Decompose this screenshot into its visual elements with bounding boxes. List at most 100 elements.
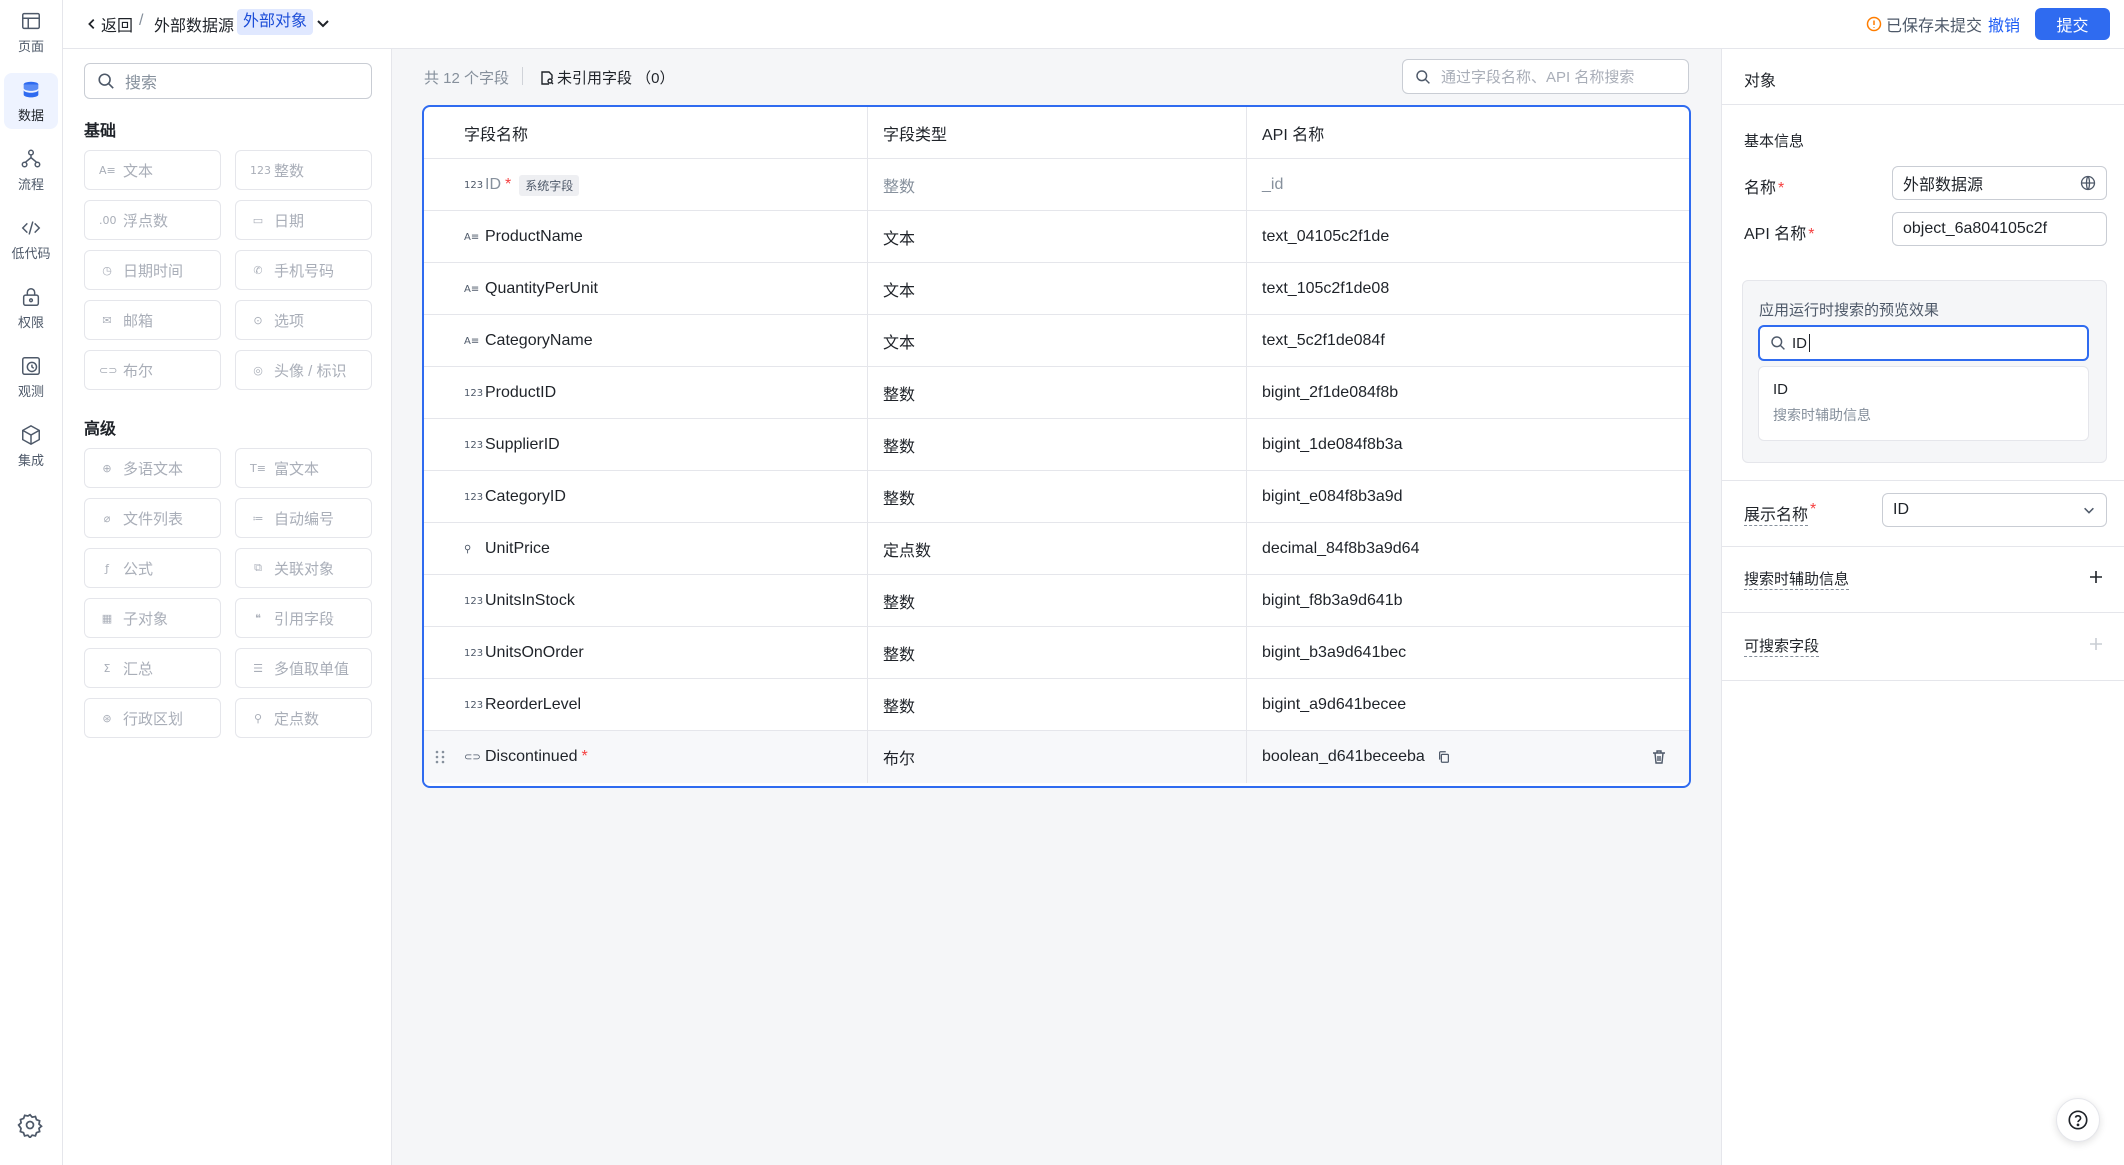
table-row[interactable]: 123 UnitsInStock 整数 bigint_f8b3a9d641b xyxy=(424,575,1689,627)
system-field-tag: 系统字段 xyxy=(519,174,580,196)
flow-icon xyxy=(21,149,41,168)
name-field[interactable]: 外部数据源 xyxy=(1892,166,2107,200)
search-placeholder: 通过字段名称、API 名称搜索 xyxy=(1441,69,1635,86)
api-name-field[interactable]: object_6a804105c2f xyxy=(1892,212,2107,246)
divider xyxy=(1722,546,2124,547)
nav-item-data[interactable]: 数据 xyxy=(4,73,58,129)
field-type-filelist[interactable]: ⌀ 文件列表 xyxy=(84,498,221,538)
table-row[interactable]: 123 SupplierID 整数 bigint_1de084f8b3a xyxy=(424,419,1689,471)
field-type: 整数 xyxy=(868,159,1247,211)
unreferenced-fields-link[interactable]: 未引用字段 （0） xyxy=(539,67,675,88)
help-button[interactable] xyxy=(2056,1098,2100,1142)
field-type-region[interactable]: ⊛ 行政区划 xyxy=(84,698,221,738)
nav-item-pages[interactable]: 页面 xyxy=(4,4,58,60)
integer-icon: 123 xyxy=(464,647,484,659)
decimal-icon: ⚲ xyxy=(464,543,472,555)
field-type-reference[interactable]: ❝ 引用字段 xyxy=(235,598,372,638)
field-name: ProductID xyxy=(485,384,557,401)
add-searchable-field-icon[interactable] xyxy=(2088,636,2104,652)
field-type-subobject[interactable]: ▦ 子对象 xyxy=(84,598,221,638)
nav-item-lowcode[interactable]: 低代码 xyxy=(4,211,58,267)
field-type-label: 多值取单值 xyxy=(274,660,350,678)
field-type-option[interactable]: ⊙ 选项 xyxy=(235,300,372,340)
field-type-multivalue[interactable]: ☰ 多值取单值 xyxy=(235,648,372,688)
palette-search-input[interactable]: 搜索 xyxy=(84,63,372,99)
add-aux-info-icon[interactable] xyxy=(2088,569,2104,585)
settings-gear-icon[interactable] xyxy=(17,1112,43,1138)
table-row[interactable]: A≡ QuantityPerUnit 文本 text_105c2f1de08 xyxy=(424,263,1689,315)
chevron-down-icon[interactable] xyxy=(315,15,331,31)
save-status-text: 已保存未提交 xyxy=(1885,18,1982,35)
field-type-boolean[interactable]: ⊂⊃ 布尔 xyxy=(84,350,221,390)
left-nav: 页面 数据 流程 低代码 权限 观测 集成 xyxy=(0,0,63,1165)
field-type-label: 子对象 xyxy=(123,610,169,628)
field-type-formula[interactable]: ƒ 公式 xyxy=(84,548,221,588)
field-type-multilang[interactable]: ⊕ 多语文本 xyxy=(84,448,221,488)
field-type-phone[interactable]: ✆ 手机号码 xyxy=(235,250,372,290)
trash-icon[interactable] xyxy=(1651,749,1667,765)
table-row[interactable]: A≡ CategoryName 文本 text_5c2f1de084f xyxy=(424,315,1689,367)
preview-search-input[interactable]: ID xyxy=(1758,325,2089,361)
table-row[interactable]: A≡ ProductName 文本 text_04105c2f1de xyxy=(424,211,1689,263)
field-name: ReorderLevel xyxy=(485,696,582,713)
submit-button[interactable]: 提交 xyxy=(2035,8,2110,40)
field-type-datetime[interactable]: ◷ 日期时间 xyxy=(84,250,221,290)
field-name: CategoryID xyxy=(485,488,566,505)
preview-result-item[interactable]: ID 搜索时辅助信息 xyxy=(1758,366,2089,441)
table-row[interactable]: 123 ProductID 整数 bigint_2f1de084f8b xyxy=(424,367,1689,419)
display-name-label: 展示名称 * xyxy=(1744,501,1816,526)
field-type-avatar[interactable]: ◎ 头像 / 标识 xyxy=(235,350,372,390)
field-type-text[interactable]: A≡ 文本 xyxy=(84,150,221,190)
field-type-label: 关联对象 xyxy=(274,560,335,578)
api-name-label: API 名称 * xyxy=(1744,220,1814,244)
unreferenced-label: 未引用字段 （0） xyxy=(557,70,675,87)
table-row[interactable]: 123 ID * 系统字段 整数 _id xyxy=(424,159,1689,211)
field-type-float[interactable]: .00 浮点数 xyxy=(84,200,221,240)
back-button[interactable]: 返回 xyxy=(85,12,133,36)
display-name-select[interactable]: ID xyxy=(1882,493,2107,527)
table-row[interactable]: 123 UnitsOnOrder 整数 bigint_b3a9d641bec xyxy=(424,627,1689,679)
required-mark: * xyxy=(505,176,512,193)
field-type-label: 手机号码 xyxy=(274,262,335,280)
field-type-integer[interactable]: 123 整数 xyxy=(235,150,372,190)
integer-icon: 123 xyxy=(464,179,484,191)
undo-button[interactable]: 撤销 xyxy=(1988,12,2020,36)
basic-group-title: 基础 xyxy=(84,123,117,140)
nav-item-integration[interactable]: 集成 xyxy=(4,418,58,474)
quote-icon: ❝ xyxy=(255,611,261,625)
nav-item-observe[interactable]: 观测 xyxy=(4,349,58,405)
text-caret xyxy=(1809,334,1810,352)
monitor-icon xyxy=(22,356,40,375)
api-name-value: object_6a804105c2f xyxy=(1903,220,2048,237)
integer-icon: 123 xyxy=(464,387,484,399)
field-type-autonumber[interactable]: ≔ 自动编号 xyxy=(235,498,372,538)
field-type-label: 日期时间 xyxy=(123,262,184,280)
field-type-date[interactable]: ▭ 日期 xyxy=(235,200,372,240)
table-row[interactable]: ⊂⊃ Discontinued * 布尔 boolean_d641beceeba xyxy=(424,731,1689,783)
nav-item-permission[interactable]: 权限 xyxy=(4,280,58,336)
field-type-lookup[interactable]: ⧉ 关联对象 xyxy=(235,548,372,588)
code-icon xyxy=(21,220,41,235)
table-row[interactable]: 123 CategoryID 整数 bigint_e084f8b3a9d xyxy=(424,471,1689,523)
name-label-text: 名称 xyxy=(1744,180,1777,197)
field-search-input[interactable]: 通过字段名称、API 名称搜索 xyxy=(1402,59,1689,94)
name-label: 名称 * xyxy=(1744,174,1784,198)
panel-title: 对象 xyxy=(1744,73,1777,90)
toggle-icon: ⊂⊃ xyxy=(464,751,481,763)
field-type-email[interactable]: ✉ 邮箱 xyxy=(84,300,221,340)
copy-icon[interactable] xyxy=(1437,750,1451,764)
field-type-rollup[interactable]: Σ 汇总 xyxy=(84,648,221,688)
field-type-richtext[interactable]: T≡ 富文本 xyxy=(235,448,372,488)
integer-icon: 123 xyxy=(464,491,484,503)
required-mark: * xyxy=(581,748,588,765)
database-icon xyxy=(23,81,39,97)
nav-item-flow[interactable]: 流程 xyxy=(4,142,58,198)
globe-icon[interactable] xyxy=(2080,175,2096,191)
field-name: UnitPrice xyxy=(485,540,550,557)
mail-icon: ✉ xyxy=(102,313,112,327)
aux-info-label: 搜索时辅助信息 xyxy=(1744,568,1850,590)
table-row[interactable]: ⚲ UnitPrice 定点数 decimal_84f8b3a9d64 xyxy=(424,523,1689,575)
field-api-name: bigint_f8b3a9d641b xyxy=(1262,592,1403,609)
field-type-decimal[interactable]: ⚲ 定点数 xyxy=(235,698,372,738)
table-row[interactable]: 123 ReorderLevel 整数 bigint_a9d641becee xyxy=(424,679,1689,731)
